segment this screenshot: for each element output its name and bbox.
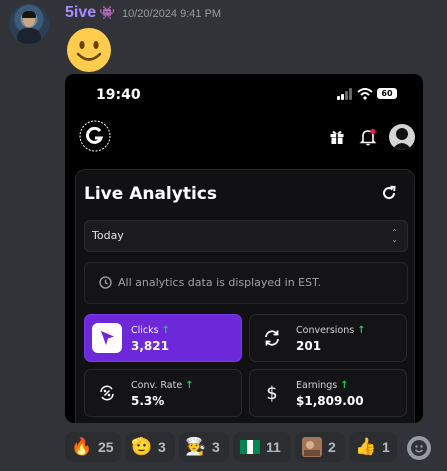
status-time: 19:40 [96,87,141,103]
stat-label-text: Conv. Rate [131,380,183,391]
stat-value: 201 [296,339,322,353]
date-range-value: Today [92,229,124,242]
stat-card-clicks[interactable]: Clicks ↑ 3,821 [84,314,242,362]
trend-up-icon: ↑ [161,325,170,336]
clock-icon [99,276,112,289]
notice-text: All analytics data is displayed in EST. [118,276,322,289]
custom-image-icon [302,437,322,457]
stat-card-conv-rate[interactable]: Conv. Rate ↑ 5.3% [84,369,242,417]
reaction-flag-nigeria[interactable]: 11 [233,432,291,462]
reaction-count: 3 [212,439,220,455]
analytics-panel: Live Analytics Today ⌃ ⌄ All analytics da… [75,169,415,423]
stat-label: Conv. Rate ↑ [131,380,194,391]
stat-value: 5.3% [131,394,165,408]
reaction-count: 1 [382,439,390,455]
trend-up-icon: ↑ [185,380,194,391]
thumbs-up-icon: 👍 [355,437,377,456]
reaction-thumbs-up[interactable]: 👍 1 [349,432,397,462]
stat-card-conversions[interactable]: Conversions ↑ 201 [249,314,407,362]
wifi-icon [357,88,373,100]
panel-title: Live Analytics [84,184,217,204]
reaction-count: 2 [328,439,336,455]
brand-logo [79,120,111,152]
trend-up-icon: ↑ [340,380,349,391]
date-range-select[interactable]: Today ⌃ ⌄ [84,220,408,252]
trend-up-icon: ↑ [357,325,366,336]
stat-label-text: Conversions [296,325,355,336]
reaction-count: 11 [266,439,281,455]
svg-text:$: $ [266,383,277,404]
stat-label-text: Clicks [131,325,159,336]
reaction-count: 3 [158,439,166,455]
bell-icon[interactable] [359,128,377,146]
slightly-smiling-face-icon [67,28,111,72]
refresh-cycle-icon [265,330,279,346]
username-text[interactable]: 5ive [65,4,96,21]
flag-nigeria-svg [240,440,260,454]
stat-card-earnings[interactable]: $ Earnings ↑ $1,809.00 [249,369,407,417]
flag-nigeria-icon [240,437,260,457]
stat-label: Earnings ↑ [296,380,349,391]
reaction-count: 25 [98,439,114,455]
refresh-icon[interactable] [381,185,397,201]
salute-face-icon: 🫡 [131,437,153,456]
cursor-arrow-icon [101,331,114,345]
chevron-updown-icon: ⌃ ⌄ [391,228,398,244]
timezone-notice: All analytics data is displayed in EST. [84,262,408,304]
user-badge: 👾 [99,5,116,20]
cook-icon: 🧑‍🍳 [185,437,207,456]
custom-image-svg [302,437,322,457]
reaction-salute[interactable]: 🫡 3 [125,432,175,462]
reaction-fire[interactable]: 🔥 25 [65,432,121,462]
reaction-custom-image[interactable]: 2 [295,432,345,462]
fire-icon: 🔥 [71,437,93,456]
username[interactable]: 5ive 👾 [65,4,115,22]
profile-avatar-icon[interactable] [389,124,415,150]
percent-cycle-icon [100,385,114,401]
stat-label-text: Earnings [296,380,338,391]
stat-value: $1,809.00 [296,394,364,408]
message-timestamp: 10/20/2024 9:41 PM [122,8,222,20]
stat-label: Clicks ↑ [131,325,170,336]
stat-value: 3,821 [131,339,169,353]
gift-icon[interactable] [329,129,345,145]
add-reaction-icon[interactable] [407,436,431,460]
signal-icon [337,88,353,100]
attached-image[interactable]: 19:40 60 Live Analytics Today ⌃ ⌄ All an… [65,74,423,423]
battery-indicator: 60 [377,88,397,99]
reaction-cook[interactable]: 🧑‍🍳 3 [179,432,229,462]
user-avatar[interactable] [9,4,49,44]
dollar-icon: $ [266,383,277,404]
stat-label: Conversions ↑ [296,325,366,336]
